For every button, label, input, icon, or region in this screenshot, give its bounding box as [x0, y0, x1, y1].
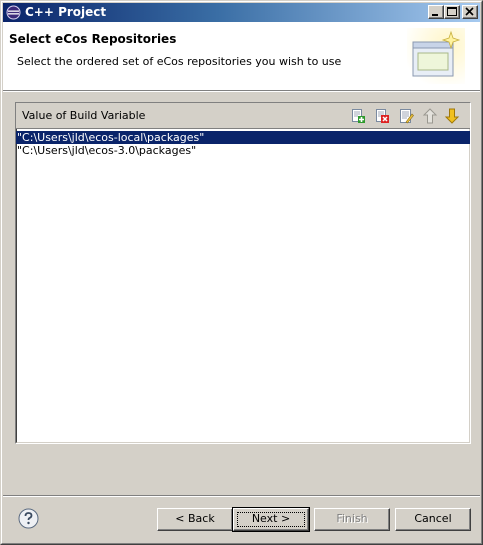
back-button-label: < Back — [175, 512, 215, 525]
repositories-table: Value of Build Variable "C:\Users\jld\ec… — [15, 102, 471, 444]
finish-button-label: Finish — [336, 512, 368, 525]
page-description: Select the ordered set of eCos repositor… — [17, 55, 342, 68]
column-header: Value of Build Variable — [22, 109, 146, 122]
minimize-button[interactable] — [428, 5, 444, 19]
eclipse-icon — [6, 5, 21, 20]
table-body: "C:\Users\jld\ecos-local\packages" "C:\U… — [16, 131, 470, 157]
next-button-label: Next > — [251, 512, 291, 525]
add-icon[interactable] — [350, 108, 366, 124]
wizard-banner-icon — [407, 28, 465, 84]
table-header: Value of Build Variable — [16, 103, 470, 129]
maximize-button[interactable] — [444, 5, 460, 19]
cancel-button-label: Cancel — [414, 512, 452, 525]
help-icon[interactable] — [18, 508, 39, 529]
close-icon — [465, 7, 474, 16]
back-button[interactable]: < Back — [157, 508, 233, 531]
footer-divider-highlight — [3, 496, 480, 497]
wizard-banner: Select eCos Repositories Select the orde… — [3, 22, 480, 91]
minimize-icon — [432, 14, 438, 16]
finish-button[interactable]: Finish — [314, 508, 390, 531]
cancel-button[interactable]: Cancel — [395, 508, 471, 531]
table-row[interactable]: "C:\Users\jld\ecos-local\packages" — [16, 131, 470, 144]
page-title: Select eCos Repositories — [9, 32, 177, 46]
delete-icon[interactable] — [374, 108, 390, 124]
move-up-icon[interactable] — [422, 108, 438, 124]
close-button[interactable] — [462, 5, 478, 19]
maximize-icon — [447, 7, 457, 16]
window-title: C++ Project — [25, 5, 107, 19]
banner-divider — [3, 91, 480, 92]
edit-icon[interactable] — [398, 108, 414, 124]
wizard-dialog: C++ Project Select eCos Repositories Sel… — [0, 0, 483, 545]
title-bar[interactable]: C++ Project — [3, 3, 480, 22]
move-down-icon[interactable] — [444, 108, 460, 124]
next-button[interactable]: Next > — [232, 507, 310, 532]
table-row[interactable]: "C:\Users\jld\ecos-3.0\packages" — [16, 144, 470, 157]
